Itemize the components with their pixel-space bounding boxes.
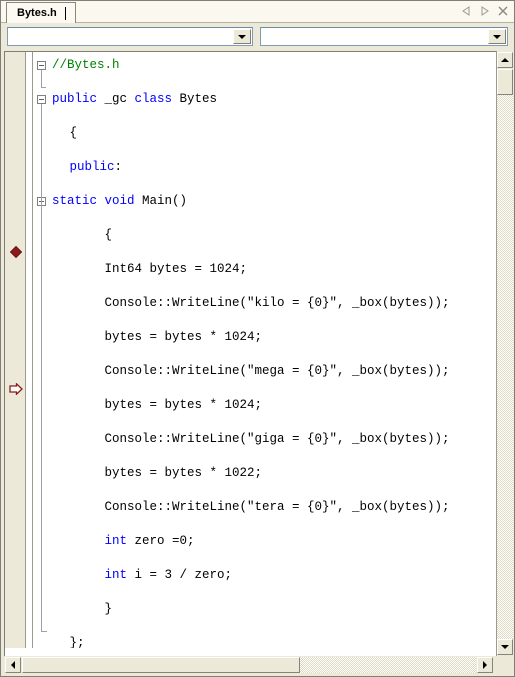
code-token: int [104, 534, 128, 548]
outline-end-tick [41, 631, 47, 632]
scroll-right-button[interactable] [477, 657, 493, 673]
tab-navigation-controls [461, 4, 508, 17]
code-line[interactable]: public _gc class Bytes [52, 91, 217, 108]
code-token: bytes = bytes * 1022; [104, 466, 263, 480]
bookmark-arrow-icon[interactable] [9, 383, 23, 395]
selection-margin[interactable] [27, 52, 33, 648]
horizontal-scrollbar-thumb[interactable] [22, 657, 300, 673]
code-token: Console::WriteLine("kilo = {0}", _box(by… [104, 296, 450, 310]
triangle-right-icon [483, 661, 487, 669]
code-token: public [69, 160, 115, 174]
fold-toggle-class[interactable] [37, 95, 46, 104]
text-caret [64, 6, 66, 20]
code-token: }; [69, 636, 85, 648]
code-token: Console::WriteLine("mega = {0}", _box(by… [104, 364, 450, 378]
code-text-area[interactable]: //Bytes.h public _gc class Bytes { public: s… [52, 52, 494, 648]
code-line[interactable]: bytes = bytes * 1024; [105, 329, 263, 346]
code-line[interactable]: static void Main() [52, 193, 187, 210]
tab-bytes-h[interactable]: Bytes.h [6, 2, 76, 23]
outlining-margin[interactable] [34, 52, 52, 648]
triangle-down-icon [501, 645, 509, 649]
scrollbar-corner [496, 657, 513, 674]
code-line[interactable]: //Bytes.h [52, 57, 120, 74]
code-line[interactable]: Console::WriteLine("giga = {0}", _box(by… [105, 431, 450, 448]
chevron-down-icon [238, 34, 246, 39]
code-token: zero =0; [127, 534, 195, 548]
code-line[interactable]: Console::WriteLine("mega = {0}", _box(by… [105, 363, 450, 380]
tab-label: Bytes.h [17, 7, 57, 19]
code-token: static [52, 194, 98, 208]
code-token: _gc [97, 92, 135, 106]
scroll-down-button[interactable] [497, 639, 513, 655]
code-token: Int64 bytes = 1024; [104, 262, 248, 276]
code-line[interactable]: } [105, 601, 113, 618]
code-token: i = 3 / zero; [127, 568, 233, 582]
code-line[interactable]: bytes = bytes * 1022; [105, 465, 263, 482]
code-line[interactable]: { [105, 227, 113, 244]
horizontal-scrollbar-track[interactable] [300, 657, 476, 673]
code-token: class [134, 92, 173, 106]
class-dropdown[interactable] [7, 27, 253, 46]
code-editor-window: Bytes.h //Bytes.h public _gc class Bytes… [0, 0, 515, 677]
code-line[interactable]: int zero =0; [105, 533, 195, 550]
code-token: Console::WriteLine("giga = {0}", _box(by… [104, 432, 450, 446]
code-token: public [52, 92, 98, 106]
member-dropdown-value[interactable] [261, 28, 488, 45]
code-token: bytes = bytes * 1024; [104, 398, 263, 412]
scroll-left-button[interactable] [5, 657, 21, 673]
code-token: Console::WriteLine("tera = {0}", _box(by… [104, 500, 450, 514]
vertical-scrollbar-thumb[interactable] [497, 69, 513, 95]
previous-document-icon[interactable] [461, 4, 472, 17]
code-line[interactable]: Console::WriteLine("tera = {0}", _box(by… [105, 499, 450, 516]
code-token: } [104, 602, 113, 616]
scroll-up-button[interactable] [497, 52, 513, 68]
code-line[interactable]: bytes = bytes * 1024; [105, 397, 263, 414]
vertical-scrollbar[interactable] [496, 51, 513, 656]
code-line[interactable]: Console::WriteLine("kilo = {0}", _box(by… [105, 295, 450, 312]
code-line[interactable]: public: [70, 159, 123, 176]
horizontal-scrollbar[interactable] [4, 657, 511, 674]
code-token: Main() [134, 194, 188, 208]
breakpoint-icon[interactable] [10, 246, 22, 258]
outline-vertical-line [41, 70, 42, 87]
code-token: void [104, 194, 135, 208]
outline-vertical-line [41, 206, 42, 614]
triangle-right-icon [481, 5, 489, 16]
fold-toggle-comment[interactable] [37, 61, 46, 70]
code-token: Bytes [172, 92, 218, 106]
triangle-left-icon [11, 661, 15, 669]
close-document-button[interactable] [497, 4, 508, 17]
outline-end-tick [41, 87, 46, 88]
chevron-down-icon [493, 34, 501, 39]
next-document-icon[interactable] [479, 4, 490, 17]
member-dropdown-arrow[interactable] [488, 29, 506, 44]
vertical-scrollbar-track[interactable] [497, 95, 513, 639]
navigation-bar [1, 23, 514, 49]
close-icon [498, 6, 507, 15]
editor-frame: //Bytes.h public _gc class Bytes { public: s… [4, 51, 511, 656]
document-tab-strip: Bytes.h [1, 1, 514, 23]
code-line[interactable]: Int64 bytes = 1024; [105, 261, 248, 278]
code-line[interactable]: { [70, 125, 78, 142]
class-dropdown-arrow[interactable] [233, 29, 251, 44]
class-dropdown-value[interactable] [8, 28, 233, 45]
code-token: { [69, 126, 78, 140]
triangle-left-icon [462, 5, 470, 16]
code-line[interactable]: int i = 3 / zero; [105, 567, 233, 584]
member-dropdown[interactable] [260, 27, 508, 46]
code-token: { [104, 228, 113, 242]
breakpoint-margin[interactable] [5, 52, 26, 648]
code-token: bytes = bytes * 1024; [104, 330, 263, 344]
triangle-up-icon [501, 58, 509, 62]
code-token: : [114, 160, 123, 174]
code-token: int [104, 568, 128, 582]
editor-body: //Bytes.h public _gc class Bytes { public: s… [5, 52, 494, 648]
code-token: //Bytes.h [52, 58, 120, 72]
code-line[interactable]: }; [70, 635, 85, 648]
